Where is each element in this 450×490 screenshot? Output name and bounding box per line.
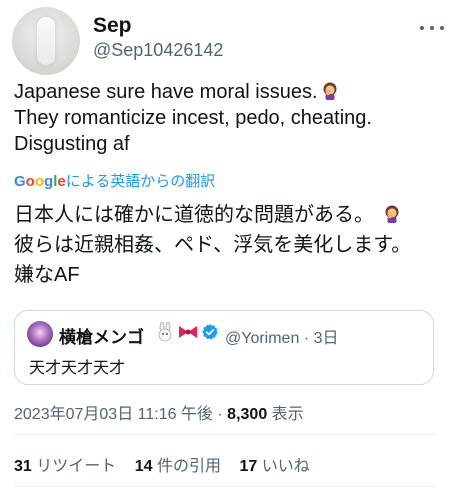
woman-facepalming-emoji bbox=[323, 82, 336, 100]
quoted-avatar bbox=[27, 321, 53, 347]
woman-facepalming-emoji bbox=[385, 205, 399, 223]
tweet-detail: Sep @Sep10426142 Japanese sure have mora… bbox=[0, 0, 450, 490]
translated-line: 日本人には確かに道徳的な問題がある。 bbox=[14, 200, 444, 230]
translation-label: による英語からの翻訳 bbox=[65, 173, 216, 190]
views-label: 表示 bbox=[271, 406, 304, 423]
quoted-name-badges bbox=[155, 322, 199, 342]
likes-stat[interactable]: 17 いいね bbox=[239, 458, 309, 475]
divider bbox=[14, 486, 436, 487]
author-display-name[interactable]: Sep bbox=[93, 14, 132, 38]
translated-line: 嫌なAF bbox=[14, 264, 80, 286]
quotes-stat[interactable]: 14 件の引用 bbox=[135, 458, 221, 475]
quoted-tweet-card[interactable]: 横槍メンゴ @Yorimen · 3日 天才天才天才 bbox=[14, 310, 434, 385]
rabbit-emoji bbox=[158, 322, 172, 342]
more-options-icon[interactable] bbox=[420, 18, 444, 38]
quoted-text: 天才天才天才 bbox=[29, 360, 126, 377]
translated-line: 彼らは近親相姦、ペド、浮気を美化します。 bbox=[14, 234, 412, 256]
verified-badge-icon bbox=[202, 324, 218, 340]
author-handle[interactable]: @Sep10426142 bbox=[93, 40, 223, 61]
translation-link[interactable]: Googleによる英語からの翻訳 bbox=[14, 170, 215, 191]
tweet-line: They romanticize incest, pedo, cheating. bbox=[14, 107, 372, 129]
quoted-meta: @Yorimen · 3日 bbox=[225, 330, 339, 347]
retweets-stat[interactable]: 31 リツイート bbox=[14, 458, 116, 475]
quoted-display-name: 横槍メンゴ bbox=[59, 328, 144, 347]
ribbon-emoji bbox=[179, 326, 197, 338]
google-logo: Google bbox=[14, 173, 66, 190]
translated-text: 日本人には確かに道徳的な問題がある。 彼らは近親相姦、ペド、浮気を美化します。 … bbox=[14, 200, 444, 290]
divider bbox=[14, 434, 436, 435]
tweet-line: Disgusting af bbox=[14, 133, 130, 155]
tweet-line: Japanese sure have moral issues. bbox=[14, 79, 444, 105]
tweet-timestamp[interactable]: 2023年07月03日 11:16 午後 · 8,300 表示 bbox=[14, 400, 304, 424]
engagement-stats: 31 リツイート 14 件の引用 17 いいね bbox=[14, 452, 324, 476]
tweet-text: Japanese sure have moral issues. They ro… bbox=[14, 79, 444, 157]
views-count: 8,300 bbox=[227, 406, 268, 423]
avatar[interactable] bbox=[12, 7, 80, 75]
